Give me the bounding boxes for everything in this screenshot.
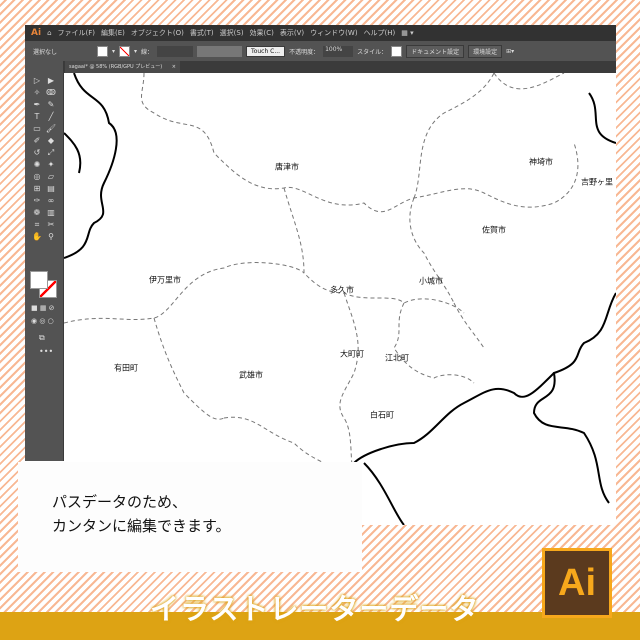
- curvature-tool-icon[interactable]: ✎: [44, 99, 58, 110]
- variable-width-select[interactable]: [197, 45, 243, 57]
- line-tool-icon[interactable]: ╱: [44, 111, 58, 122]
- draw-mode-buttons[interactable]: ◉ ◎ ○: [31, 317, 54, 325]
- shape-builder-tool-icon[interactable]: ◎: [30, 171, 44, 182]
- map-label: 多久市: [330, 285, 354, 295]
- rectangle-tool-icon[interactable]: ▭: [30, 123, 44, 134]
- slice-tool-icon[interactable]: ✂: [44, 219, 58, 230]
- menu-object[interactable]: オブジェクト(O): [131, 28, 184, 38]
- column-graph-tool-icon[interactable]: ▥: [44, 207, 58, 218]
- artboard-tool-icon[interactable]: ⌗: [30, 219, 44, 230]
- eraser-tool-icon[interactable]: ◆: [44, 135, 58, 146]
- map-label: 白石町: [370, 410, 394, 420]
- map-label: 大町町: [340, 349, 364, 359]
- blend-tool-icon[interactable]: ∞: [44, 195, 58, 206]
- pen-tool-icon[interactable]: ✒: [30, 99, 44, 110]
- map-drawing: [63, 72, 616, 525]
- direct-selection-tool-icon[interactable]: ▶: [44, 75, 58, 86]
- brush-select[interactable]: Touch C...: [246, 45, 286, 57]
- style-label: スタイル：: [357, 48, 388, 56]
- symbol-sprayer-tool-icon[interactable]: ❁: [30, 207, 44, 218]
- tools-panel: ▷ ▶ ✧ ↂ ✒ ✎ T ╱ ▭ 🖌 ✐ ◆ ↺ ⤢ ✺ ✦ ◎ ▱ ⊞ ▤ ✑ ∞ ❁ ▥ ⌗ ✂ ✋…: [25, 61, 64, 461]
- map-label: 小城市: [419, 276, 443, 286]
- stroke-label: 線：: [141, 48, 154, 56]
- stroke-weight-input[interactable]: [157, 45, 194, 57]
- menu-type[interactable]: 書式(T): [190, 28, 214, 38]
- magic-wand-tool-icon[interactable]: ✧: [30, 87, 44, 98]
- preferences-button[interactable]: 環境設定: [468, 44, 503, 58]
- style-swatch[interactable]: [391, 45, 403, 57]
- illustrator-logo: Ai: [542, 548, 612, 618]
- map-label: 伊万里市: [149, 275, 181, 285]
- map-label: 有田町: [114, 363, 138, 373]
- eyedropper-tool-icon[interactable]: ✑: [30, 195, 44, 206]
- app-logo: Ai: [31, 28, 42, 38]
- lasso-tool-icon[interactable]: ↂ: [44, 87, 58, 98]
- caption-box: パスデータのため、カンタンに編集できます。: [18, 462, 362, 572]
- type-tool-icon[interactable]: T: [30, 111, 44, 122]
- close-icon[interactable]: ×: [172, 61, 176, 73]
- fill-color-box[interactable]: [30, 271, 48, 289]
- zoom-tool-icon[interactable]: ⚲: [44, 231, 58, 242]
- document-settings-button[interactable]: ドキュメント設定: [406, 44, 465, 58]
- map-label: 神埼市: [529, 157, 553, 167]
- illustrator-window: Ai ⌂ ファイル(F) 編集(E) オブジェクト(O) 書式(T) 選択(S)…: [25, 25, 616, 525]
- menu-file[interactable]: ファイル(F): [58, 28, 96, 38]
- artboard[interactable]: 唐津市神埼市吉野ヶ里佐賀市伊万里市多久市小城市大町町江北町有田町武雄市白石町嬉野…: [63, 72, 616, 525]
- caption-line-2: カンタンに編集できます。: [52, 517, 231, 535]
- hand-tool-icon[interactable]: ✋: [30, 231, 44, 242]
- workspace-icon[interactable]: ▦ ▾: [401, 29, 413, 37]
- map-label: 佐賀市: [482, 225, 506, 235]
- scale-tool-icon[interactable]: ⤢: [44, 147, 58, 158]
- map-label: 唐津市: [275, 162, 299, 172]
- menu-view[interactable]: 表示(V): [280, 28, 304, 38]
- document-tab[interactable]: sagaai* @ 58% (RGB/GPU プレビュー) ×: [65, 61, 180, 73]
- arrange-icon[interactable]: ⊞▾: [506, 48, 514, 55]
- menu-edit[interactable]: 編集(E): [101, 28, 125, 38]
- menu-effect[interactable]: 効果(C): [250, 28, 274, 38]
- selection-status: 選択なし: [33, 48, 58, 56]
- caption-line-1: パスデータのため、: [52, 493, 188, 511]
- shaper-tool-icon[interactable]: ✐: [30, 135, 44, 146]
- stroke-swatch[interactable]: [119, 45, 131, 57]
- menu-help[interactable]: ヘルプ(H): [364, 28, 396, 38]
- map-label: 吉野ヶ里: [581, 177, 613, 187]
- puppet-warp-tool-icon[interactable]: ✦: [44, 159, 58, 170]
- map-label: 武雄市: [239, 370, 263, 380]
- rotate-tool-icon[interactable]: ↺: [30, 147, 44, 158]
- opacity-input[interactable]: 100%: [323, 45, 354, 57]
- menu-select[interactable]: 選択(S): [220, 28, 244, 38]
- gradient-tool-icon[interactable]: ▤: [44, 183, 58, 194]
- opacity-label: 不透明度：: [289, 48, 320, 56]
- home-icon[interactable]: ⌂: [47, 29, 51, 37]
- menu-bar: Ai ⌂ ファイル(F) 編集(E) オブジェクト(O) 書式(T) 選択(S)…: [25, 25, 616, 41]
- chevron-down-icon[interactable]: ▾: [134, 48, 137, 55]
- map-label: 江北町: [385, 353, 409, 363]
- paintbrush-tool-icon[interactable]: 🖌: [44, 123, 58, 134]
- control-bar: 選択なし ▾ ▾ 線： Touch C... 不透明度： 100% スタイル： …: [25, 41, 616, 61]
- selection-tool-icon[interactable]: ▷: [30, 75, 44, 86]
- menu-window[interactable]: ウィンドウ(W): [310, 28, 357, 38]
- perspective-grid-tool-icon[interactable]: ▱: [44, 171, 58, 182]
- chevron-down-icon[interactable]: ▾: [112, 48, 115, 55]
- document-tabs: sagaai* @ 58% (RGB/GPU プレビュー) ×: [25, 61, 616, 73]
- fill-swatch[interactable]: [97, 45, 108, 57]
- color-mode-buttons[interactable]: ■ ▦ ⊘: [31, 304, 55, 312]
- more-tools-icon[interactable]: •••: [39, 347, 53, 356]
- banner-title: イラストレーターデータ: [150, 592, 480, 626]
- warp-tool-icon[interactable]: ✺: [30, 159, 44, 170]
- tab-title: sagaai* @ 58% (RGB/GPU プレビュー): [69, 64, 163, 70]
- mesh-tool-icon[interactable]: ⊞: [30, 183, 44, 194]
- screen-mode-icon[interactable]: ⧉: [39, 333, 45, 343]
